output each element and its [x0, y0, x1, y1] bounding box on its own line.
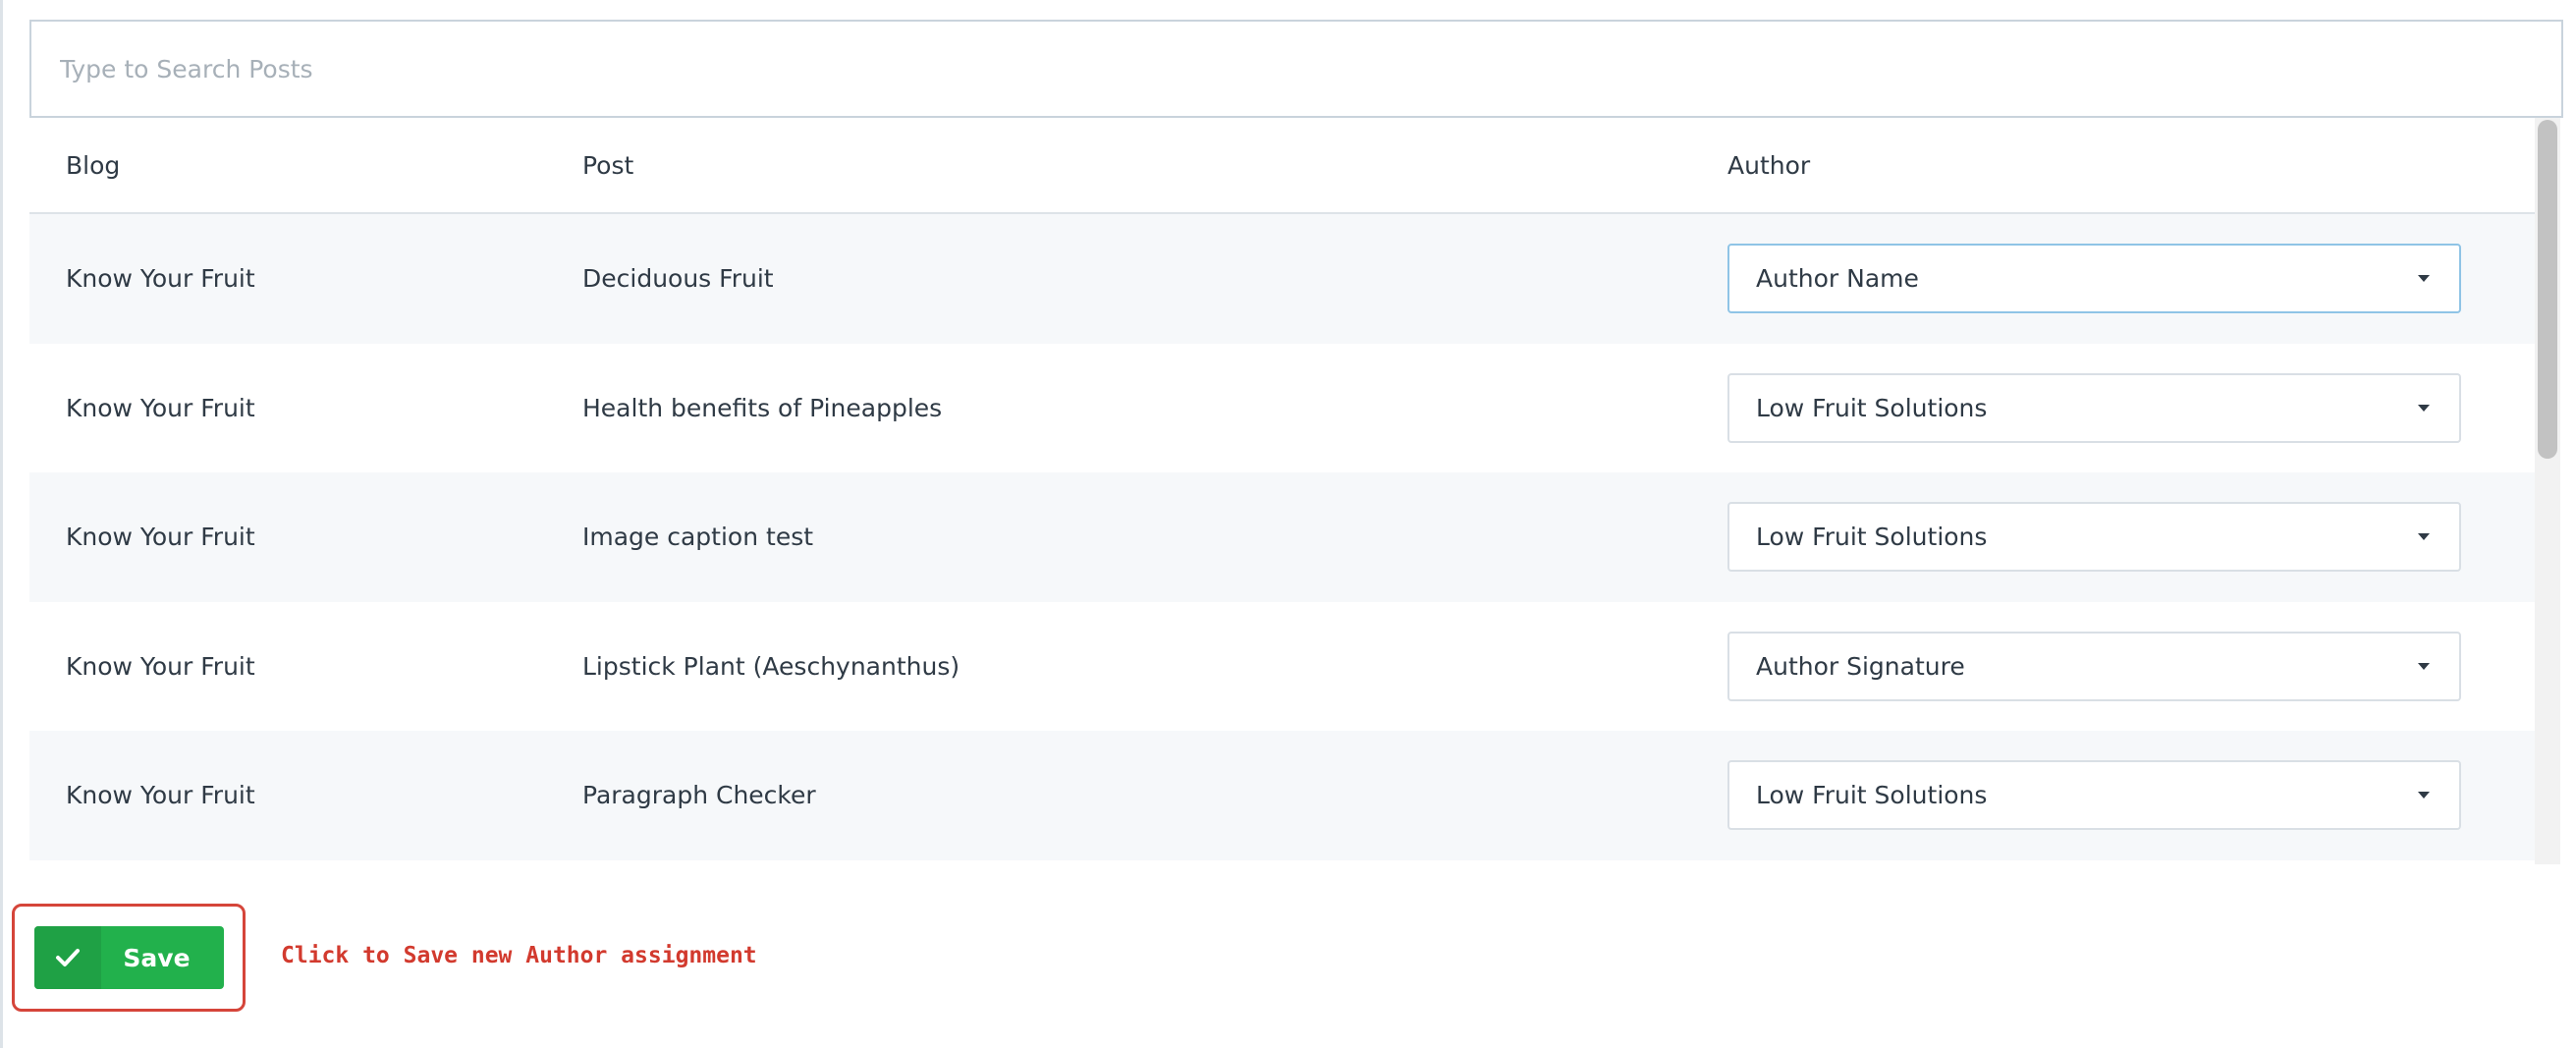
table-header: Blog Post Author [29, 118, 2539, 214]
posts-table: Blog Post Author Know Your Fruit Deciduo… [29, 118, 2539, 864]
blog-cell: Know Your Fruit [66, 264, 255, 294]
blog-cell: Know Your Fruit [66, 781, 255, 810]
chevron-down-icon [2418, 533, 2430, 541]
blog-cell: Know Your Fruit [66, 523, 255, 552]
save-button[interactable]: Save [34, 926, 224, 989]
post-cell: Paragraph Checker [582, 781, 816, 810]
author-select-value: Low Fruit Solutions [1756, 781, 1988, 810]
chevron-down-icon [2418, 662, 2430, 670]
search-box[interactable] [29, 20, 2563, 118]
table-row: Know Your Fruit Deciduous Fruit Author N… [29, 214, 2539, 344]
author-select-value: Low Fruit Solutions [1756, 393, 1988, 422]
check-icon [34, 926, 101, 989]
author-select[interactable]: Low Fruit Solutions [1727, 760, 2461, 831]
author-assignment-panel: Blog Post Author Know Your Fruit Deciduo… [0, 0, 2576, 1048]
chevron-down-icon [2418, 792, 2430, 800]
author-select-value: Author Name [1756, 264, 1919, 294]
author-select[interactable]: Author Name [1727, 244, 2461, 314]
post-cell: Health benefits of Pineapples [582, 393, 943, 422]
save-button-label: Save [123, 943, 191, 972]
chevron-down-icon [2418, 404, 2430, 412]
table-row: Know Your Fruit Health benefits of Pinea… [29, 343, 2539, 472]
save-instruction-annotation: Click to Save new Author assignment [281, 943, 757, 968]
chevron-down-icon [2418, 275, 2430, 283]
author-select-value: Low Fruit Solutions [1756, 523, 1988, 552]
table-row: Know Your Fruit Paragraph Checker Low Fr… [29, 731, 2539, 860]
search-input[interactable] [58, 21, 2561, 117]
author-select[interactable]: Author Signature [1727, 631, 2461, 701]
table-scrollbar[interactable] [2535, 118, 2560, 864]
post-cell: Image caption test [582, 523, 814, 552]
author-select[interactable]: Low Fruit Solutions [1727, 502, 2461, 573]
column-header-post[interactable]: Post [582, 151, 1727, 180]
column-header-author[interactable]: Author [1727, 151, 2539, 180]
scrollbar-thumb[interactable] [2538, 120, 2557, 459]
blog-cell: Know Your Fruit [66, 393, 255, 422]
author-select-value: Author Signature [1756, 651, 1965, 681]
author-select[interactable]: Low Fruit Solutions [1727, 372, 2461, 443]
table-row: Know Your Fruit Image caption test Low F… [29, 472, 2539, 602]
column-header-blog[interactable]: Blog [29, 151, 582, 180]
table-row: Know Your Fruit Lipstick Plant (Aeschyna… [29, 601, 2539, 731]
blog-cell: Know Your Fruit [66, 651, 255, 681]
post-cell: Deciduous Fruit [582, 264, 774, 294]
post-cell: Lipstick Plant (Aeschynanthus) [582, 651, 960, 681]
